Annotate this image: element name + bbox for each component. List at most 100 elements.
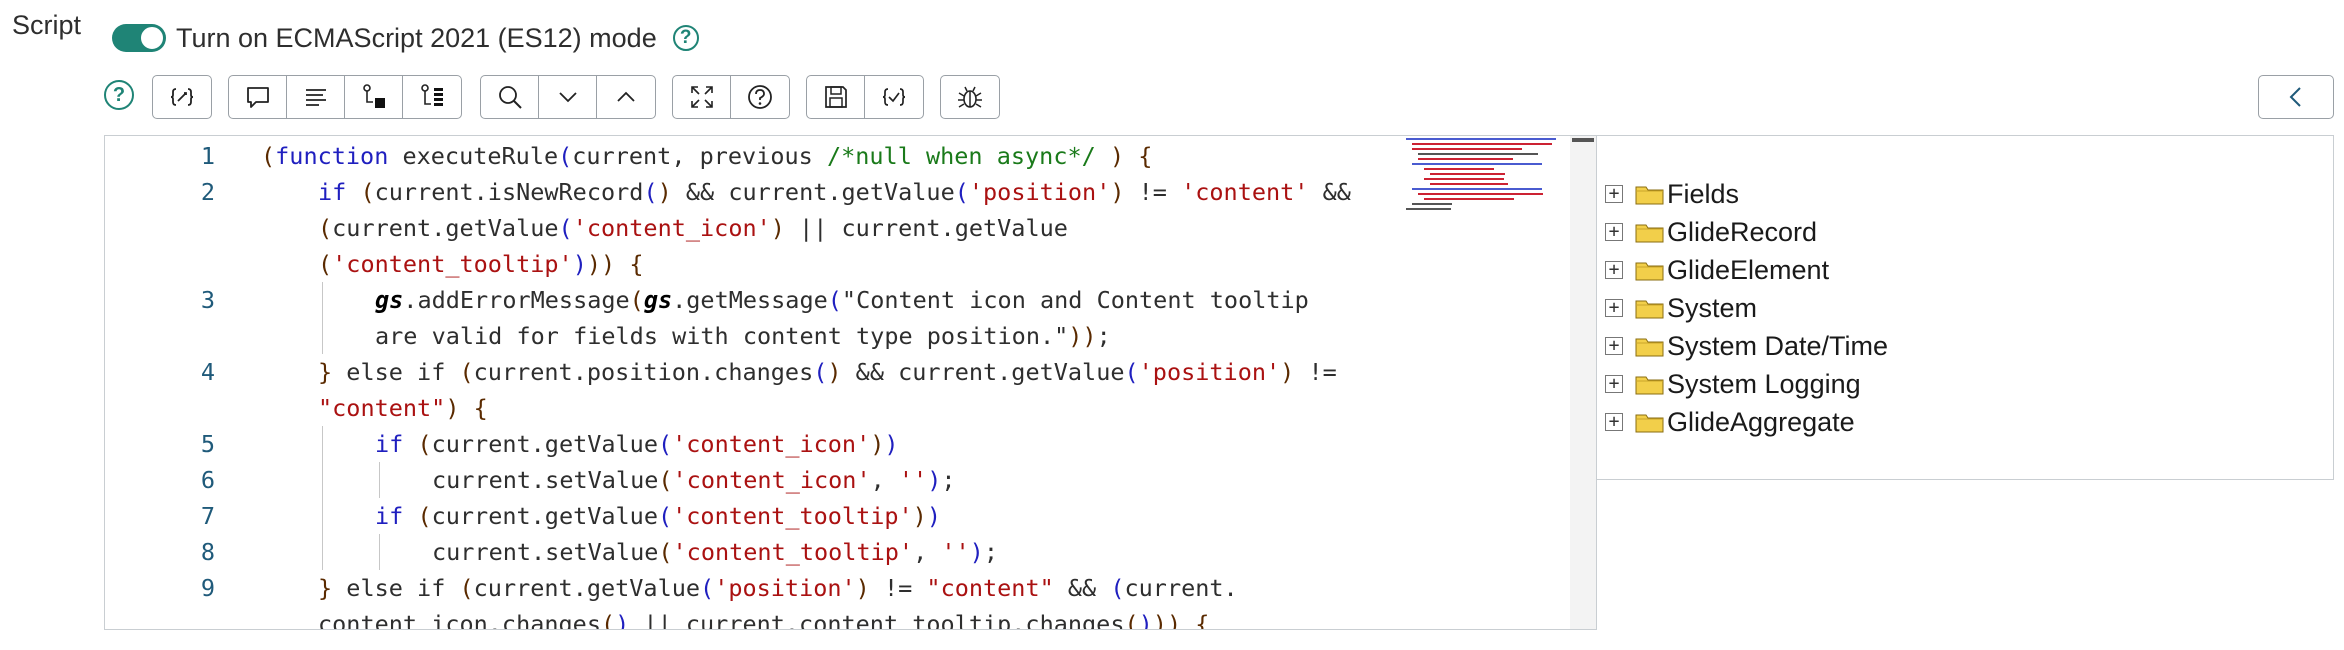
tree-node[interactable]: + System Date/Time [1597,327,2297,365]
code-line[interactable]: 1 (function executeRule(current, previous… [105,138,1395,174]
expand-icon[interactable]: + [1605,261,1623,279]
line-number: 4 [200,358,215,386]
line-number [105,210,215,246]
chevron-left-icon [2289,87,2301,107]
line-number: 8 [200,538,215,566]
expand-icon[interactable]: + [1605,375,1623,393]
insert-snippet-icon [362,84,385,108]
fullscreen-icon [690,86,713,108]
toolbar-group-edit [228,75,462,119]
code-text: ('content_tooltip'))) { [318,250,644,278]
line-number: 2 [200,178,215,206]
code-line[interactable]: 7 if (current.getValue('content_tooltip')… [105,498,1395,534]
folder-icon [1635,373,1665,395]
code-text: } else if (current.position.changes() &&… [318,358,1337,386]
indent-guide [322,462,323,498]
folder-icon [1635,259,1665,281]
expand-icon[interactable]: + [1605,185,1623,203]
code-line[interactable]: 5 if (current.getValue('content_icon')) [105,426,1395,462]
tree-node[interactable]: + GlideAggregate [1597,403,2297,441]
list-snippets-button[interactable] [403,76,461,118]
chevron-down-icon [558,92,577,103]
toolbar-group-debug [940,75,1000,119]
line-number [105,606,215,629]
line-number: 7 [200,502,215,530]
folder-icon [1635,335,1665,357]
tree-node[interactable]: + System Logging [1597,365,2297,403]
code-line[interactable]: are valid for fields with content type p… [105,318,1395,354]
scrollbar-thumb[interactable] [1572,138,1594,142]
help-icon [748,85,772,109]
expand-icon[interactable]: + [1605,337,1623,355]
tree-node[interactable]: + System [1597,289,2297,327]
comment-button[interactable] [229,76,287,118]
validate-script-icon [882,88,906,106]
toolbar-group-search [480,75,656,119]
indent-guide [322,534,323,570]
code-line[interactable]: "content") { [105,390,1395,426]
minimap-preview [1406,138,1556,210]
validate-script-button[interactable] [865,76,923,118]
es12-mode-label: Turn on ECMAScript 2021 (ES12) mode [176,22,657,53]
toolbar-group-view [672,75,790,119]
align-lines-icon [305,89,326,106]
line-number: 9 [200,574,215,602]
code-text: if (current.isNewRecord() && current.get… [318,178,1351,206]
line-number [105,318,215,354]
toolbar-group-format [152,75,212,119]
code-line[interactable]: 9 } else if (current.getValue('position')… [105,570,1395,606]
code-line[interactable]: 8 current.setValue('content_tooltip', '')… [105,534,1395,570]
toolbar-help-icon[interactable]: ? [104,80,134,110]
collapse-tree-button[interactable] [2258,75,2334,119]
indent-guide [322,318,323,354]
expand-icon[interactable]: + [1605,413,1623,431]
line-number: 1 [200,142,215,170]
es12-help-icon[interactable]: ? [672,25,699,51]
code-text: current.setValue('content_icon', ''); [432,466,956,494]
comment-icon [246,87,269,108]
debug-button[interactable] [941,76,999,118]
find-previous-button[interactable] [597,76,655,118]
search-button[interactable] [481,76,539,118]
code-text: } else if (current.getValue('position') … [318,574,1238,602]
script-editor[interactable]: 1 (function executeRule(current, previous… [104,135,1597,630]
save-icon [824,86,847,108]
save-button[interactable] [807,76,865,118]
align-lines-button[interactable] [287,76,345,118]
editor-scrollbar[interactable] [1570,136,1596,629]
line-number [105,246,215,282]
code-line[interactable]: (current.getValue('content_icon') || cur… [105,210,1395,246]
indent-guide [379,534,380,570]
indent-guide [322,426,323,462]
code-line[interactable]: content_icon.changes() || current.conten… [105,606,1395,629]
tree-node[interactable]: + GlideRecord [1597,213,2297,251]
insert-snippet-button[interactable] [345,76,403,118]
indent-guide [322,498,323,534]
code-line[interactable]: ('content_tooltip'))) { [105,246,1395,282]
code-text: gs.addErrorMessage(gs.getMessage("Conten… [375,286,1309,314]
code-line[interactable]: 4 } else if (current.position.changes() &… [105,354,1395,390]
tree-node-label: Fields [1667,178,1740,209]
tree-node[interactable]: + GlideElement [1597,251,2297,289]
toolbar-group-script [806,75,924,119]
es12-mode-toggle[interactable] [112,24,166,52]
folder-icon [1635,183,1665,205]
code-text: (function executeRule(current, previous … [261,142,1153,170]
tree-node-label: System Logging [1667,368,1861,399]
expand-icon[interactable]: + [1605,223,1623,241]
format-code-button[interactable] [153,76,211,118]
tree-node[interactable]: + Fields [1597,175,2297,213]
folder-icon [1635,221,1665,243]
code-line[interactable]: 6 current.setValue('content_icon', ''); [105,462,1395,498]
code-text: "content") { [318,394,488,422]
editor-help-button[interactable] [731,76,789,118]
editor-minimap[interactable] [1406,136,1576,216]
code-line[interactable]: 2 if (current.isNewRecord() && current.ge… [105,174,1395,210]
script-reference-tree: + Fields + GlideRecord + GlideElement + System +… [1597,135,2334,480]
folder-icon [1635,297,1665,319]
tree-node-label: GlideAggregate [1667,406,1855,437]
fullscreen-button[interactable] [673,76,731,118]
find-next-button[interactable] [539,76,597,118]
expand-icon[interactable]: + [1605,299,1623,317]
code-line[interactable]: 3 gs.addErrorMessage(gs.getMessage("Conte… [105,282,1395,318]
